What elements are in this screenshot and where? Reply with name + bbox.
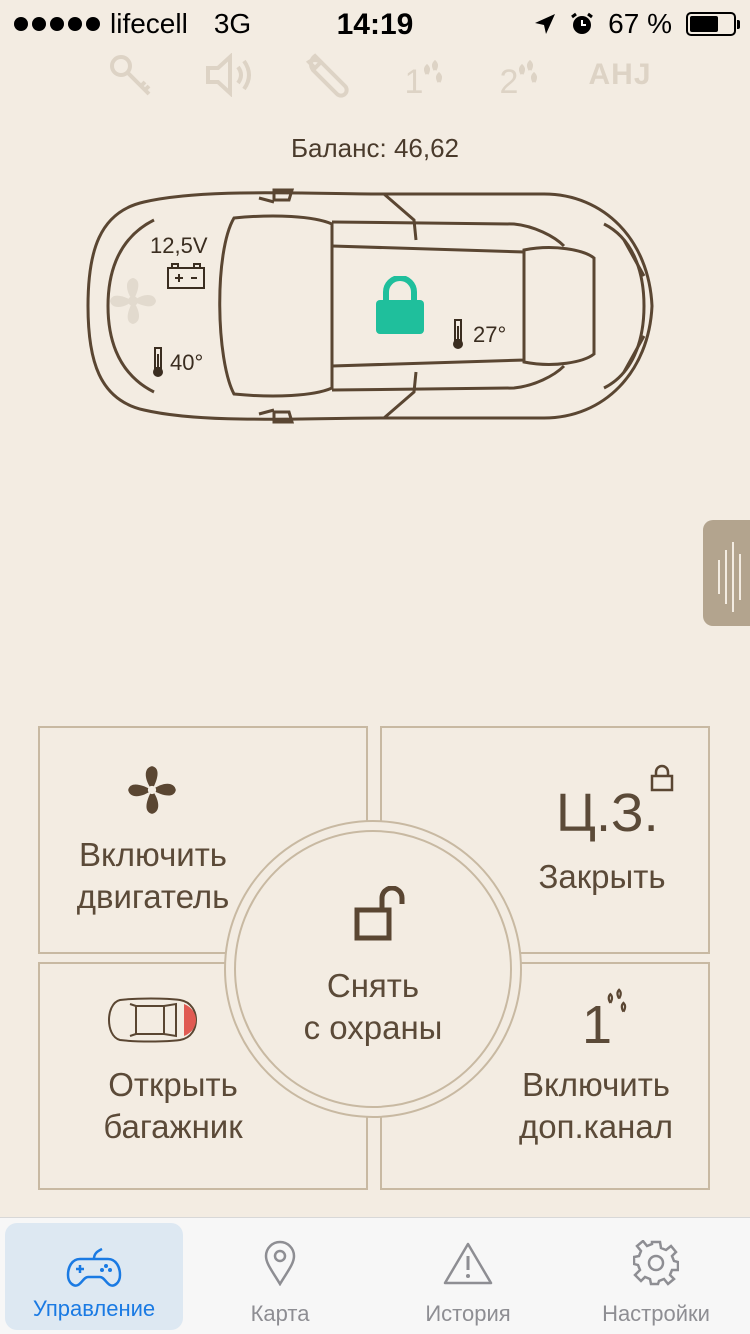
car-outline	[86, 188, 654, 424]
aux-label-line1: Включить	[521, 1066, 671, 1103]
battery-icon	[686, 12, 740, 36]
cabin-thermometer-icon	[453, 319, 463, 349]
balance-label: Баланс: 46,62	[290, 133, 460, 163]
trunk-label-line2: багажник	[103, 1108, 243, 1145]
tab-settings[interactable]: Настройки	[568, 1218, 744, 1334]
unlock-icon	[354, 886, 405, 941]
battery-voltage: 12,5V	[150, 233, 208, 258]
map-pin-icon	[264, 1240, 296, 1286]
armed-lock-icon	[376, 276, 424, 334]
channel2-indicator: 2	[490, 50, 550, 101]
wrench-icon	[298, 50, 358, 100]
ahj-indicator: AHJ	[588, 58, 652, 91]
aux-label-line2: доп.канал	[519, 1108, 673, 1145]
alarm-clock-icon	[571, 12, 594, 34]
car-trunk-icon	[107, 997, 198, 1043]
tab-settings-label: Настройки	[602, 1301, 710, 1326]
control-panel: Включить двигатель Ц.З. Закрыть Открыть …	[0, 720, 750, 1200]
car-diagram	[84, 180, 660, 432]
warning-icon	[443, 1242, 493, 1285]
small-lock-icon	[650, 764, 674, 792]
side-panel-handle[interactable]	[703, 520, 750, 626]
drops-icon	[607, 988, 627, 1013]
trunk-label-line1: Открыть	[108, 1066, 238, 1103]
engine-label-line1: Включить	[78, 836, 228, 873]
engine-label-line2: двигатель	[76, 878, 230, 915]
gear-icon	[633, 1240, 679, 1286]
channel1-indicator: 1	[395, 50, 455, 101]
status-right: 67 %	[534, 8, 740, 40]
tab-history-label: История	[425, 1301, 511, 1326]
engine-thermometer-icon	[153, 347, 163, 377]
grip-lines-icon	[718, 542, 741, 612]
status-bar: lifecell 3G 14:19 67 %	[0, 0, 750, 52]
cabin-temperature: 27°	[473, 322, 507, 347]
gamepad-icon	[66, 1247, 122, 1287]
indicator-row: 1 2 AHJ	[0, 50, 750, 101]
car-battery-icon	[167, 263, 205, 289]
drops-icon	[424, 60, 443, 83]
disarm-label-line2: с охраны	[303, 1009, 443, 1046]
battery-percent: 67 %	[608, 8, 672, 39]
tab-map-label: Карта	[250, 1301, 310, 1326]
location-arrow-icon	[535, 14, 556, 34]
key-icon	[100, 50, 160, 100]
disarm-label-line1: Снять	[326, 967, 420, 1004]
central-lock-title: Ц.З.	[556, 783, 659, 843]
tab-control-label: Управление	[32, 1296, 156, 1321]
engine-temperature: 40°	[170, 350, 204, 375]
tab-bar: Управление Карта История Настройки	[0, 1217, 750, 1334]
fan-icon	[128, 766, 176, 814]
tab-history[interactable]: История	[378, 1218, 558, 1334]
central-lock-label: Закрыть	[538, 858, 666, 895]
fan-icon	[110, 278, 156, 324]
tab-control[interactable]: Управление	[5, 1223, 183, 1330]
tab-map[interactable]: Карта	[190, 1218, 370, 1334]
speaker-icon	[200, 50, 260, 100]
drops-icon	[519, 60, 538, 83]
